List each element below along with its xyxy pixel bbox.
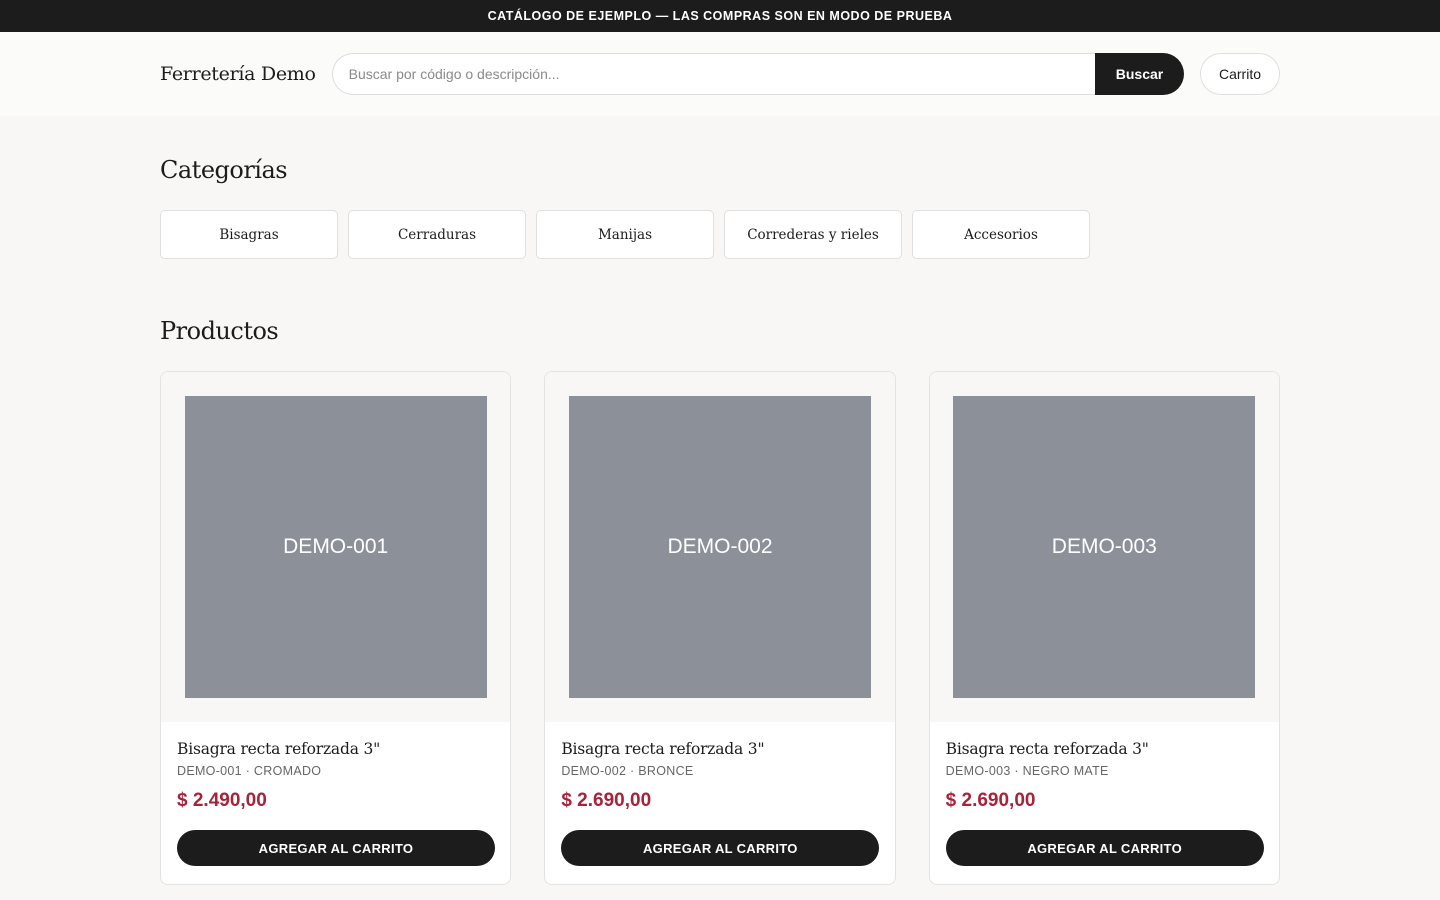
product-name[interactable]: Bisagra recta reforzada 3" (946, 740, 1263, 758)
product-info: Bisagra recta reforzada 3" DEMO-002 · BR… (545, 722, 894, 866)
search-button[interactable]: Buscar (1095, 53, 1184, 95)
product-sku: DEMO-003 · NEGRO MATE (945, 764, 1109, 778)
categories-title: Categorías (160, 156, 288, 184)
product-image-area: DEMO-002 (545, 372, 895, 722)
cart-button[interactable]: Carrito (1200, 53, 1280, 95)
category-cerraduras[interactable]: Cerraduras (348, 210, 526, 259)
announcement-text: CATÁLOGO DE EJEMPLO — LAS COMPRAS SON EN… (487, 9, 953, 23)
add-to-cart-button[interactable]: AGREGAR AL CARRITO (561, 830, 880, 866)
category-accesorios[interactable]: Accesorios (912, 210, 1090, 259)
category-bisagras[interactable]: Bisagras (160, 210, 338, 259)
brand-logo[interactable]: Ferretería Demo (160, 63, 316, 85)
product-name[interactable]: Bisagra recta reforzada 3" (561, 740, 878, 758)
products-title: Productos (160, 317, 279, 345)
product-image-area: DEMO-003 (929, 372, 1279, 722)
search-input[interactable] (331, 53, 1095, 95)
category-manijas[interactable]: Manijas (536, 210, 714, 259)
search-form: Buscar (331, 53, 1184, 95)
product-card: DEMO-003 Bisagra recta reforzada 3" DEMO… (928, 371, 1280, 885)
add-to-cart-button[interactable]: AGREGAR AL CARRITO (177, 830, 495, 866)
product-name[interactable]: Bisagra recta reforzada 3" (177, 740, 494, 758)
product-image-label: DEMO-003 (1051, 535, 1157, 558)
product-sku: DEMO-001 · CROMADO (177, 764, 322, 778)
main-content: Categorías Bisagras Cerraduras Manijas C… (0, 156, 1440, 885)
product-image-label: DEMO-001 (283, 535, 389, 558)
product-price: $ 2.690,00 (945, 790, 1036, 811)
announcement-bar: CATÁLOGO DE EJEMPLO — LAS COMPRAS SON EN… (0, 0, 1440, 32)
product-image-area: DEMO-001 (161, 372, 511, 722)
product-image[interactable]: DEMO-003 (953, 396, 1256, 698)
product-card: DEMO-001 Bisagra recta reforzada 3" DEMO… (160, 371, 512, 885)
add-to-cart-button[interactable]: AGREGAR AL CARRITO (945, 830, 1264, 866)
product-image-label: DEMO-002 (667, 535, 773, 558)
product-price: $ 2.690,00 (561, 790, 652, 811)
product-card: DEMO-002 Bisagra recta reforzada 3" DEMO… (544, 371, 896, 885)
product-price: $ 2.490,00 (177, 790, 267, 811)
product-info: Bisagra recta reforzada 3" DEMO-003 · NE… (930, 722, 1279, 866)
product-info: Bisagra recta reforzada 3" DEMO-001 · CR… (161, 722, 510, 866)
product-sku: DEMO-002 · BRONCE (561, 764, 694, 778)
product-image[interactable]: DEMO-002 (568, 396, 871, 698)
site-header: Ferretería Demo Buscar Carrito (0, 32, 1440, 116)
product-image[interactable]: DEMO-001 (184, 396, 487, 698)
category-correderas-y-rieles[interactable]: Correderas y rieles (724, 210, 902, 259)
category-list: Bisagras Cerraduras Manijas Correderas y… (160, 210, 1280, 259)
product-grid: DEMO-001 Bisagra recta reforzada 3" DEMO… (160, 371, 1280, 885)
